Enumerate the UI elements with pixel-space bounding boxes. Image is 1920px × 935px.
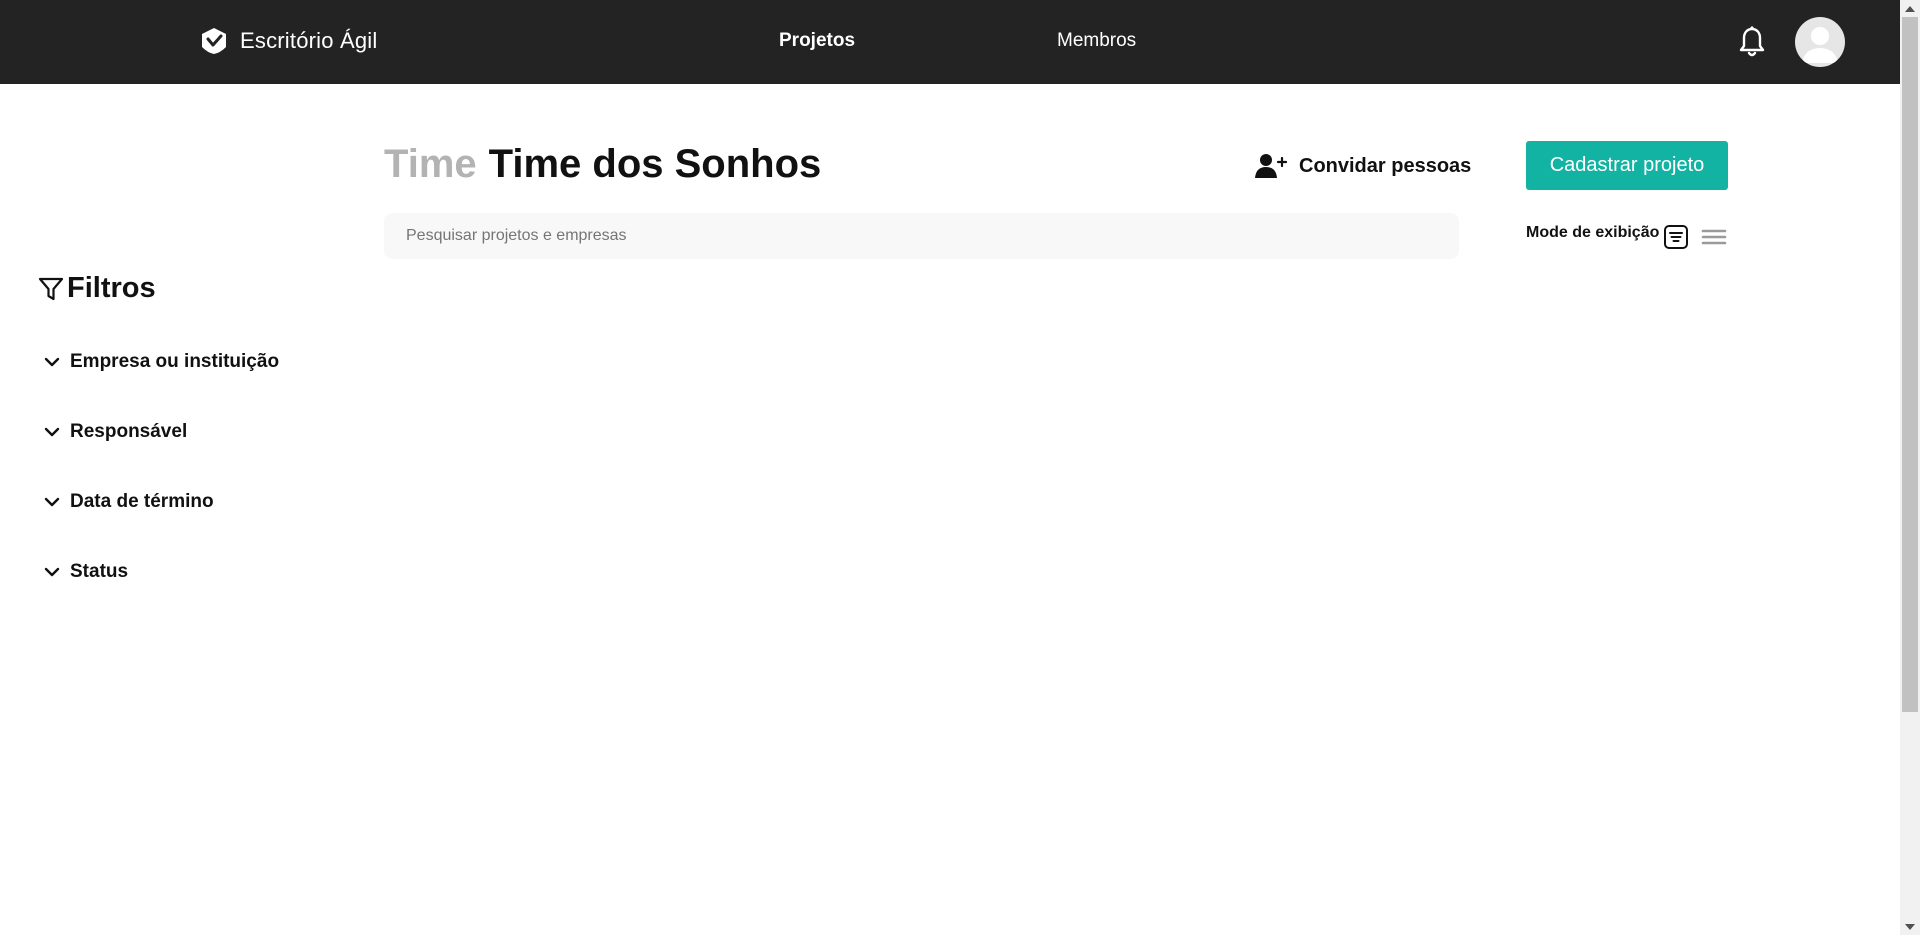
filter-end-date[interactable]: Data de término: [44, 491, 214, 513]
brand[interactable]: Escritório Ágil: [200, 27, 377, 55]
chevron-down-icon: [44, 357, 60, 367]
shield-check-logo-icon: [202, 28, 226, 54]
invite-people-button[interactable]: Convidar pessoas: [1255, 152, 1471, 180]
chevron-down-icon: [44, 497, 60, 507]
user-plus-icon: [1255, 154, 1287, 178]
view-mode-label: Mode de exibição: [1526, 224, 1660, 241]
funnel-icon: [38, 277, 64, 300]
filter-company[interactable]: Empresa ou instituição: [44, 351, 279, 373]
top-navbar: Escritório Ágil Projetos Membros: [0, 0, 1900, 84]
nav-link-projects[interactable]: Projetos: [779, 30, 855, 52]
nav-link-members[interactable]: Membros: [1057, 30, 1136, 52]
avatar[interactable]: [1795, 17, 1845, 67]
vertical-scrollbar[interactable]: [1900, 0, 1920, 935]
bell-icon[interactable]: [1738, 25, 1766, 59]
filters-title: Filtros: [67, 272, 156, 304]
filter-responsible[interactable]: Responsável: [44, 421, 187, 443]
scroll-up-arrow-icon[interactable]: [1900, 0, 1920, 17]
title-prefix: Time: [384, 142, 477, 186]
filter-label: Data de término: [70, 491, 214, 512]
page-title: Time Time dos Sonhos: [384, 142, 821, 187]
card-view-icon[interactable]: [1662, 223, 1690, 251]
brand-name: Escritório Ágil: [240, 28, 378, 53]
list-view-icon[interactable]: [1700, 223, 1728, 251]
user-avatar-icon: [1802, 27, 1838, 63]
filters-heading: Filtros: [37, 272, 156, 305]
scroll-down-arrow-icon[interactable]: [1900, 918, 1920, 935]
chevron-down-icon: [44, 567, 60, 577]
team-name: Time dos Sonhos: [488, 142, 822, 186]
chevron-down-icon: [44, 427, 60, 437]
filter-label: Responsável: [70, 421, 188, 442]
filter-status[interactable]: Status: [44, 561, 128, 583]
filter-label: Empresa ou instituição: [70, 351, 280, 372]
filter-label: Status: [70, 561, 129, 582]
scrollbar-thumb[interactable]: [1902, 17, 1918, 712]
invite-label: Convidar pessoas: [1299, 154, 1472, 177]
create-project-button[interactable]: Cadastrar projeto: [1526, 141, 1728, 190]
search-input[interactable]: [384, 213, 1459, 259]
